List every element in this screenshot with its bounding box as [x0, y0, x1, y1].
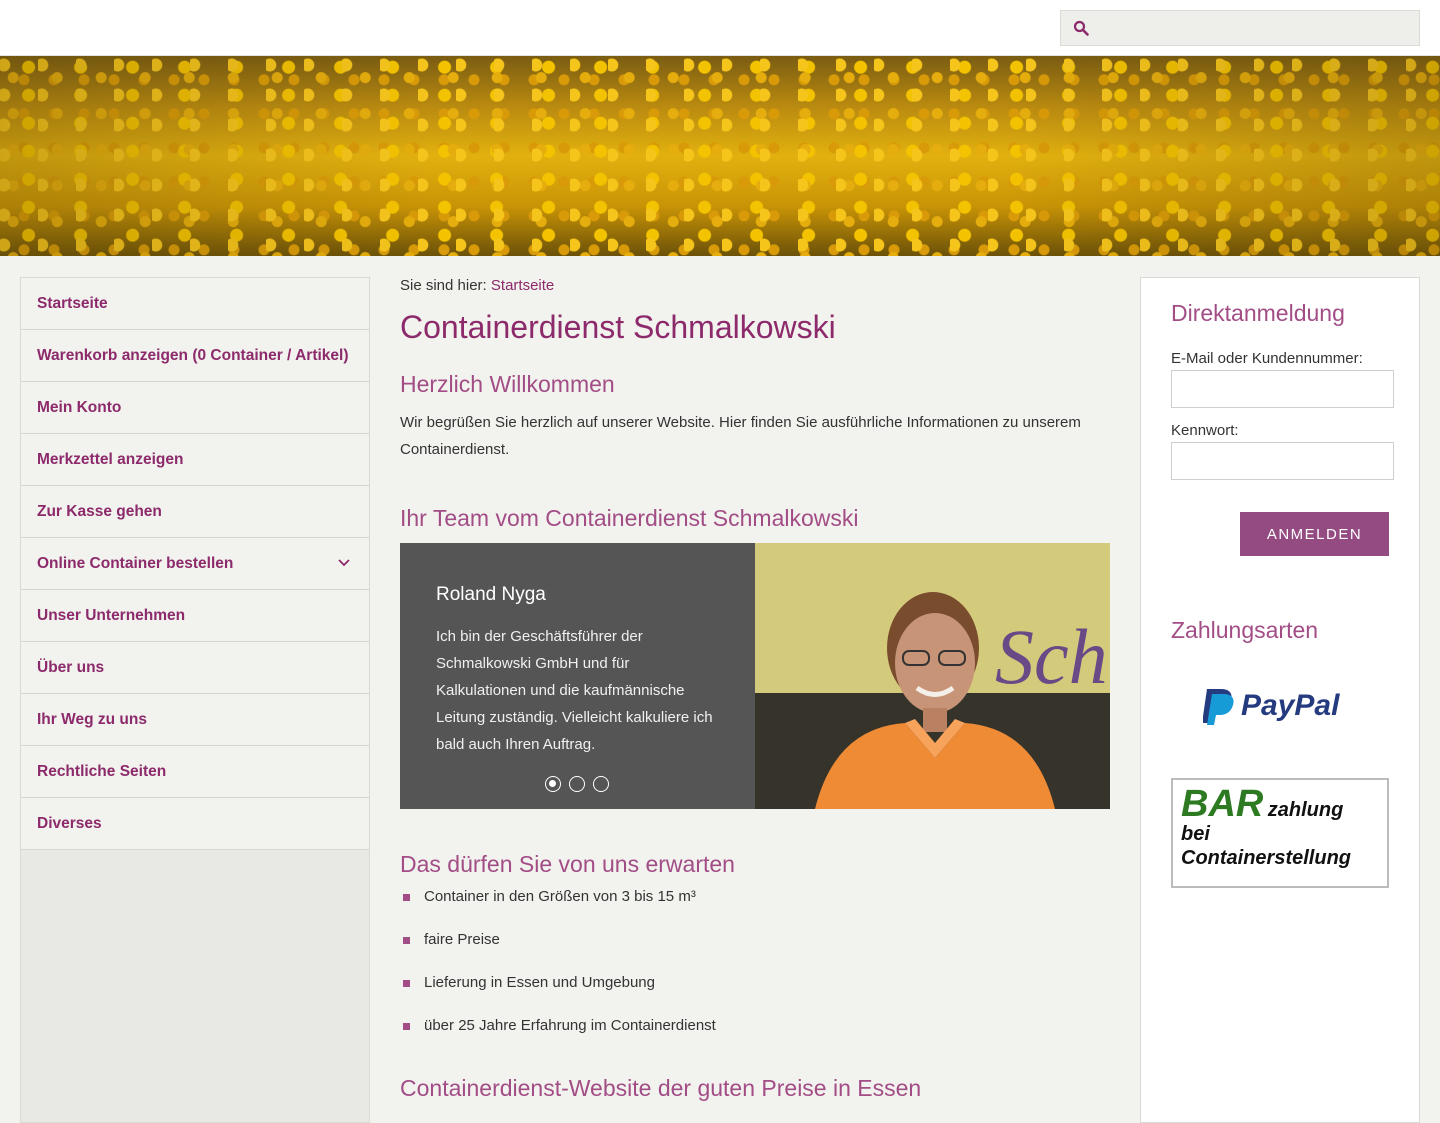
sidebar-item-label: Ihr Weg zu uns	[37, 711, 147, 728]
slider-dot-3[interactable]	[593, 776, 609, 792]
sidebar-item-label: Zur Kasse gehen	[37, 503, 162, 520]
sidebar-item-label: Merkzettel anzeigen	[37, 451, 184, 468]
slide-person-name: Roland Nyga	[436, 584, 546, 605]
sidebar-item-ueber-uns[interactable]: Über uns	[21, 642, 369, 694]
truck-lettering: Schm	[995, 613, 1110, 700]
expectations-heading: Das dürfen Sie von uns erwarten	[400, 851, 735, 877]
breadcrumb-prefix: Sie sind hier:	[400, 277, 487, 294]
list-item: Container in den Größen von 3 bis 15 m³	[400, 887, 1110, 907]
team-member-photo: Schm	[755, 543, 1110, 809]
slide-description: Ich bin der Geschäftsführer der Schmalko…	[436, 628, 713, 753]
sidebar-item-warenkorb[interactable]: Warenkorb anzeigen (0 Container / Artike…	[21, 330, 369, 382]
sidebar-item-weg-zu-uns[interactable]: Ihr Weg zu uns	[21, 694, 369, 746]
list-item: Lieferung in Essen und Umgebung	[400, 973, 1110, 993]
login-heading: Direktanmeldung	[1171, 300, 1345, 326]
cash-badge-line2: bei	[1181, 823, 1210, 845]
slider-dot-2[interactable]	[569, 776, 585, 792]
top-bar	[0, 0, 1440, 56]
welcome-heading: Herzlich Willkommen	[400, 371, 615, 397]
list-item: faire Preise	[400, 930, 1110, 950]
slide-caption: Roland Nyga Ich bin der Geschäftsführer …	[400, 543, 755, 809]
cash-payment-badge: BAR zahlung bei Containerstellung	[1171, 778, 1389, 888]
paypal-wordmark: PayPal	[1241, 689, 1340, 722]
breadcrumb-link-startseite[interactable]: Startseite	[491, 277, 554, 294]
main-content: Sie sind hier: Startseite Containerdiens…	[400, 277, 1110, 1103]
breadcrumb: Sie sind hier: Startseite	[400, 277, 1110, 297]
sidebar-item-mein-konto[interactable]: Mein Konto	[21, 382, 369, 434]
paypal-logo: PayPal	[1203, 689, 1340, 725]
sidebar-item-rechtliches[interactable]: Rechtliche Seiten	[21, 746, 369, 798]
sidebar-item-label: Über uns	[37, 659, 105, 676]
email-label: E-Mail oder Kundennummer:	[1171, 350, 1363, 367]
sidebar-item-label: Mein Konto	[37, 399, 122, 416]
slider-pagination	[545, 776, 609, 792]
sidebar-item-label: Unser Unternehmen	[37, 607, 186, 624]
search-icon[interactable]	[1073, 20, 1089, 36]
search-box[interactable]	[1060, 10, 1420, 46]
sidebar-item-label: Rechtliche Seiten	[37, 763, 167, 780]
cash-badge-small: zahlung	[1267, 799, 1344, 821]
search-input[interactable]	[1097, 11, 1417, 45]
sidebar-item-label: Online Container bestellen	[37, 555, 234, 572]
sidebar-nav: Startseite Warenkorb anzeigen (0 Contain…	[20, 277, 370, 1123]
cash-badge-line3: Containerstellung	[1181, 847, 1352, 869]
sidebar-item-label: Diverses	[37, 815, 102, 832]
password-label: Kennwort:	[1171, 422, 1239, 439]
chevron-down-icon[interactable]	[337, 558, 351, 568]
team-heading: Ihr Team vom Containerdienst Schmalkowsk…	[400, 505, 859, 531]
email-field[interactable]	[1171, 370, 1394, 408]
page-title: Containerdienst Schmalkowski	[400, 309, 836, 345]
sidebar-item-label: Startseite	[37, 295, 108, 312]
cash-badge-big: BAR	[1181, 783, 1264, 825]
password-field[interactable]	[1171, 442, 1394, 480]
team-slider: Roland Nyga Ich bin der Geschäftsführer …	[400, 543, 1110, 809]
sidebar-item-unternehmen[interactable]: Unser Unternehmen	[21, 590, 369, 642]
hero-banner	[0, 56, 1440, 256]
sidebar-item-kasse[interactable]: Zur Kasse gehen	[21, 486, 369, 538]
sidebar-item-diverses[interactable]: Diverses	[21, 798, 369, 850]
sidebar-item-label: Warenkorb anzeigen (0 Container / Artike…	[37, 347, 349, 364]
sidebar-item-startseite[interactable]: Startseite	[21, 278, 369, 330]
list-item: über 25 Jahre Erfahrung im Containerdien…	[400, 1016, 1110, 1036]
prices-heading: Containerdienst-Website der guten Preise…	[400, 1075, 922, 1101]
features-list: Container in den Größen von 3 bis 15 m³ …	[400, 887, 1110, 1036]
portrait-illustration: Schm	[755, 543, 1110, 809]
slider-dot-1[interactable]	[545, 776, 561, 792]
right-sidebar: Direktanmeldung E-Mail oder Kundennummer…	[1140, 277, 1420, 1123]
sidebar-item-container-bestellen[interactable]: Online Container bestellen	[21, 538, 369, 590]
login-button[interactable]: ANMELDEN	[1240, 512, 1389, 556]
welcome-text: Wir begrüßen Sie herzlich auf unserer We…	[400, 414, 1081, 458]
payment-heading: Zahlungsarten	[1171, 617, 1319, 643]
sidebar-item-merkzettel[interactable]: Merkzettel anzeigen	[21, 434, 369, 486]
